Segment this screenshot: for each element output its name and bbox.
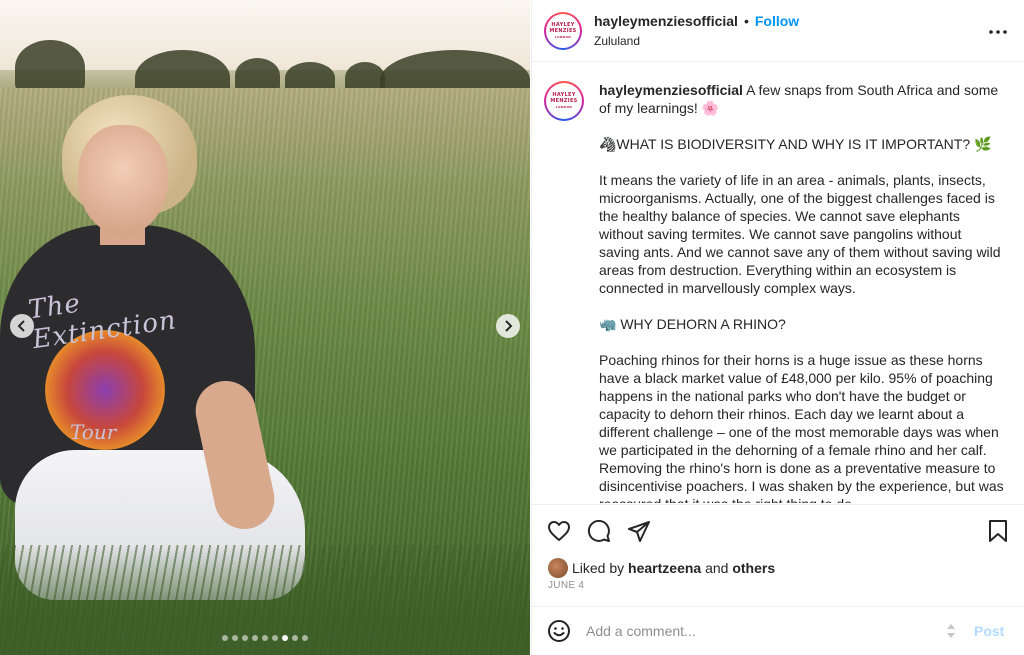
- carousel-dot: [262, 635, 268, 641]
- post-comment-button[interactable]: Post: [974, 623, 1004, 639]
- avatar[interactable]: HAYLEY MENZIES LONDON: [544, 81, 584, 121]
- caption-paragraph: It means the variety of life in an area …: [599, 172, 1005, 296]
- post-meta: hayleymenziesofficial • Follow Zululand: [594, 13, 799, 48]
- stepper-handle[interactable]: [944, 622, 958, 640]
- share-button[interactable]: [626, 518, 652, 544]
- follow-button[interactable]: Follow: [755, 13, 799, 29]
- smiley-icon: [548, 620, 570, 642]
- save-button[interactable]: [985, 518, 1011, 544]
- send-icon: [628, 520, 650, 542]
- caption-heading: 🦏 WHY DEHORN A RHINO?: [599, 316, 786, 332]
- others-link[interactable]: others: [732, 560, 775, 576]
- post-side-panel: HAYLEY MENZIES LONDON hayleymenziesoffic…: [531, 0, 1024, 655]
- post-photo[interactable]: The Extinction Tour: [0, 0, 530, 655]
- carousel-dot: [232, 635, 238, 641]
- more-icon: [989, 30, 1007, 34]
- caption-username-link[interactable]: hayleymenziesofficial: [599, 82, 743, 98]
- avatar-logo: HAYLEY MENZIES LONDON: [546, 13, 580, 48]
- comment-button[interactable]: [586, 518, 612, 544]
- heart-icon: [548, 520, 570, 541]
- chevron-left-icon: [17, 320, 25, 332]
- carousel-indicator: [0, 635, 530, 641]
- post-header: HAYLEY MENZIES LONDON hayleymenziesoffic…: [532, 0, 1024, 62]
- separator: •: [743, 13, 749, 29]
- bookmark-icon: [989, 519, 1007, 542]
- tree: [15, 40, 85, 95]
- likes-summary: Liked by heartzeena and others: [548, 558, 775, 578]
- sort-arrows-icon: [947, 624, 955, 638]
- carousel-dot: [252, 635, 258, 641]
- carousel-dot: [222, 635, 228, 641]
- and-text: and: [705, 560, 729, 576]
- shirt-print-text: Tour: [70, 420, 117, 444]
- action-bar: [532, 504, 1024, 556]
- avatar[interactable]: HAYLEY MENZIES LONDON: [544, 11, 582, 50]
- carousel-dot: [272, 635, 278, 641]
- liked-by-prefix: Liked by: [572, 560, 625, 576]
- caption-paragraph: Poaching rhinos for their horns is a hug…: [599, 352, 1004, 503]
- avatar[interactable]: [548, 558, 568, 578]
- like-button[interactable]: [546, 518, 572, 544]
- carousel-dot: [292, 635, 298, 641]
- liked-by-user-link[interactable]: heartzeena: [628, 560, 701, 576]
- carousel-next-button[interactable]: [496, 314, 520, 338]
- avatar-logo: HAYLEY MENZIES LONDON: [546, 83, 582, 119]
- comment-bar: Post: [532, 606, 1024, 655]
- post-date[interactable]: JUNE 4: [548, 580, 584, 591]
- location-link[interactable]: Zululand: [594, 34, 799, 48]
- caption-text: hayleymenziesofficial A few snaps from S…: [599, 81, 1004, 503]
- person-face: [78, 125, 168, 235]
- carousel-dot: [242, 635, 248, 641]
- comment-icon: [587, 519, 610, 542]
- more-options-button[interactable]: [986, 20, 1010, 44]
- caption-heading: 🦓WHAT IS BIODIVERSITY AND WHY IS IT IMPO…: [599, 136, 992, 152]
- carousel-prev-button[interactable]: [10, 314, 34, 338]
- carousel-dot: [282, 635, 288, 641]
- chevron-right-icon: [505, 320, 513, 332]
- caption: HAYLEY MENZIES LONDON hayleymenziesoffic…: [544, 81, 1009, 503]
- carousel-dot: [302, 635, 308, 641]
- comment-input[interactable]: [586, 623, 936, 639]
- caption-scroll-area[interactable]: HAYLEY MENZIES LONDON hayleymenziesoffic…: [532, 63, 1024, 503]
- emoji-button[interactable]: [546, 618, 572, 644]
- username-link[interactable]: hayleymenziesofficial: [594, 13, 738, 29]
